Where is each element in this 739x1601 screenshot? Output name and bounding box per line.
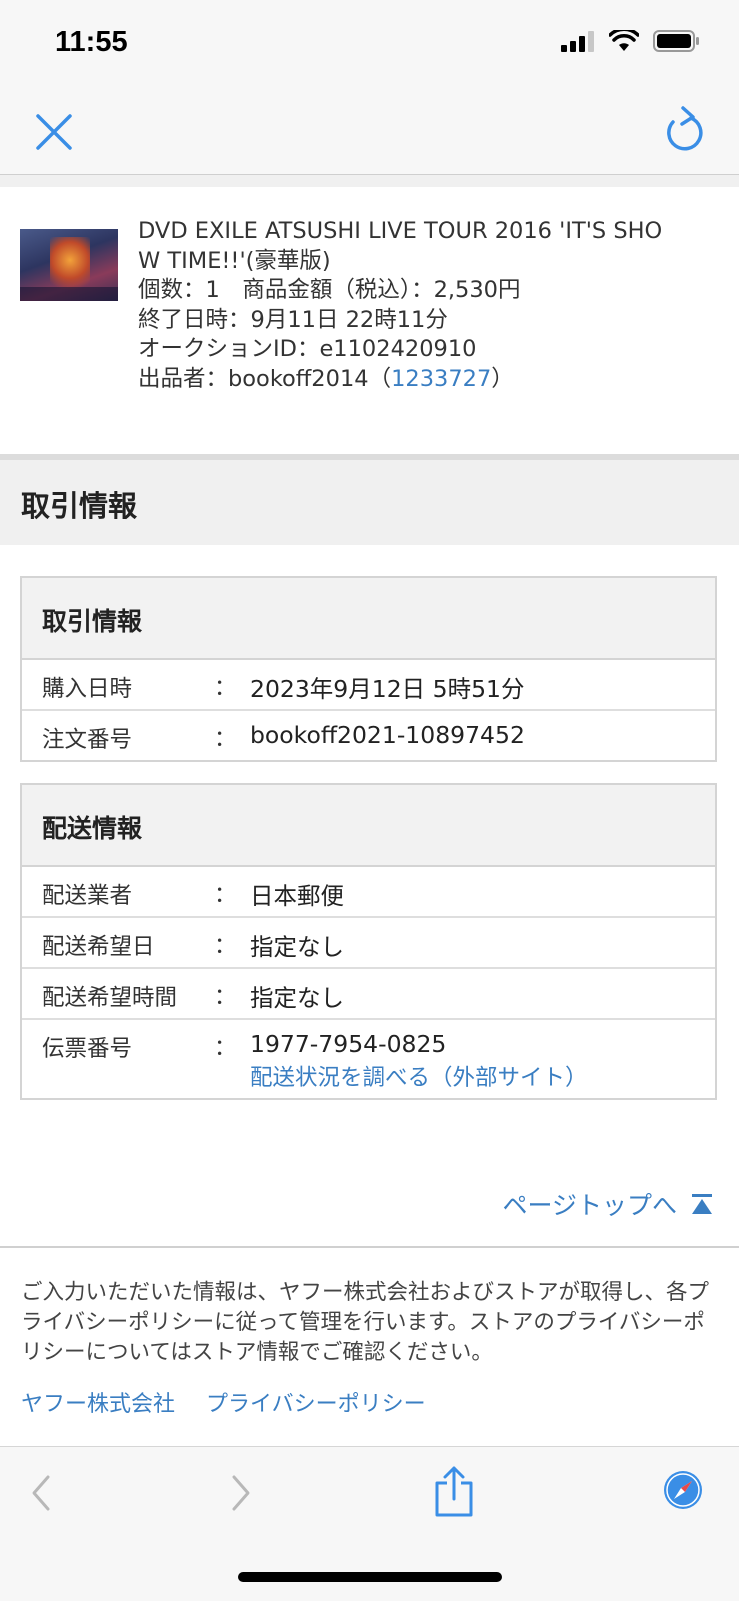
row-label: 注文番号	[42, 727, 133, 753]
footer-divider	[0, 1246, 739, 1248]
row-label: 購入日時	[42, 676, 133, 702]
seller-rating-link[interactable]: 1233727	[391, 366, 491, 392]
row-label: 配送希望日	[42, 934, 155, 960]
share-icon[interactable]	[434, 1465, 474, 1517]
row-colon: ：	[214, 1035, 237, 1061]
privacy-notice: ご入力いただいた情報は、ヤフー株式会社およびストアが取得し、各プライバシーポリシ…	[21, 1280, 710, 1365]
status-time: 11:55	[55, 26, 128, 58]
transaction-panel-header: 取引情報	[22, 578, 715, 660]
status-icons	[561, 30, 699, 52]
row-colon: ：	[214, 726, 237, 752]
shipping-panel-header: 配送情報	[22, 785, 715, 867]
close-icon[interactable]	[34, 112, 74, 152]
signal-icon	[561, 31, 594, 52]
row-value: 2023年9月12日 5時51分	[250, 675, 525, 703]
wifi-icon	[609, 30, 639, 51]
battery-icon	[653, 30, 699, 52]
row-colon: ：	[214, 984, 237, 1010]
row-colon: ：	[214, 882, 237, 908]
separator	[0, 175, 739, 187]
row-value: 指定なし	[250, 984, 344, 1012]
table-row: 配送業者 ： 日本郵便	[22, 867, 715, 918]
seller-suffix: ）	[491, 365, 514, 392]
browser-nav-bar	[0, 90, 739, 175]
table-row: 購入日時 ： 2023年9月12日 5時51分	[22, 660, 715, 711]
reload-icon[interactable]	[663, 106, 707, 156]
section-title: 取引情報	[21, 489, 138, 523]
row-value: 指定なし	[250, 933, 344, 961]
item-thumbnail[interactable]	[20, 229, 118, 301]
back-icon[interactable]	[30, 1473, 54, 1513]
tracking-link[interactable]: 配送状況を調べる（外部サイト）	[250, 1060, 588, 1092]
tracking-number: 1977-7954-0825	[250, 1030, 447, 1058]
item-seller: 出品者：bookoff2014（1233727）	[138, 365, 708, 395]
shipping-panel: 配送情報 配送業者 ： 日本郵便 配送希望日 ： 指定なし 配送希望時間 ： 指…	[20, 783, 717, 1100]
page-top-icon[interactable]	[691, 1193, 713, 1215]
item-details: DVD EXILE ATSUSHI LIVE TOUR 2016 'IT'S S…	[138, 217, 708, 394]
row-label: 配送業者	[42, 883, 133, 909]
item-auction-id: オークションID：e1102420910	[138, 336, 477, 362]
item-quantity-price: 個数：1 商品金額（税込）：2,530円	[138, 277, 521, 303]
footer-link-privacy[interactable]: プライバシーポリシー	[206, 1392, 426, 1417]
status-bar: 11:55	[0, 0, 739, 90]
transaction-panel: 取引情報 購入日時 ： 2023年9月12日 5時51分 注文番号 ： book…	[20, 576, 717, 762]
item-end-time: 終了日時：9月11日 22時11分	[138, 306, 448, 333]
page-top-label[interactable]: ページトップへ	[502, 1186, 677, 1222]
item-title-line1[interactable]: DVD EXILE ATSUSHI LIVE TOUR 2016 'IT'S S…	[138, 217, 708, 247]
footer-link-yahoo[interactable]: ヤフー株式会社	[21, 1392, 175, 1417]
row-label: 伝票番号	[42, 1036, 133, 1062]
compass-icon[interactable]	[662, 1469, 704, 1511]
table-row: 伝票番号 ： 1977-7954-0825 配送状況を調べる（外部サイト）	[22, 1020, 715, 1098]
shipping-heading: 配送情報	[42, 814, 143, 843]
item-summary: DVD EXILE ATSUSHI LIVE TOUR 2016 'IT'S S…	[0, 187, 739, 454]
forward-icon[interactable]	[228, 1473, 252, 1513]
row-value: bookoff2021-10897452	[250, 721, 525, 749]
row-label: 配送希望時間	[42, 985, 178, 1011]
table-row: 配送希望日 ： 指定なし	[22, 918, 715, 969]
page-top-link[interactable]: ページトップへ	[502, 1186, 713, 1222]
seller-prefix: 出品者：bookoff2014（	[138, 365, 392, 392]
table-row: 注文番号 ： bookoff2021-10897452	[22, 711, 715, 760]
item-title-line2[interactable]: W TIME!!'(豪華版)	[138, 247, 708, 277]
row-colon: ：	[214, 933, 237, 959]
transaction-heading: 取引情報	[42, 607, 143, 636]
row-value: 日本郵便	[250, 882, 344, 910]
row-colon: ：	[214, 675, 237, 701]
table-row: 配送希望時間 ： 指定なし	[22, 969, 715, 1020]
footer-links: ヤフー株式会社 プライバシーポリシー	[21, 1386, 450, 1418]
section-header: 取引情報	[0, 460, 739, 545]
home-indicator	[238, 1572, 502, 1582]
